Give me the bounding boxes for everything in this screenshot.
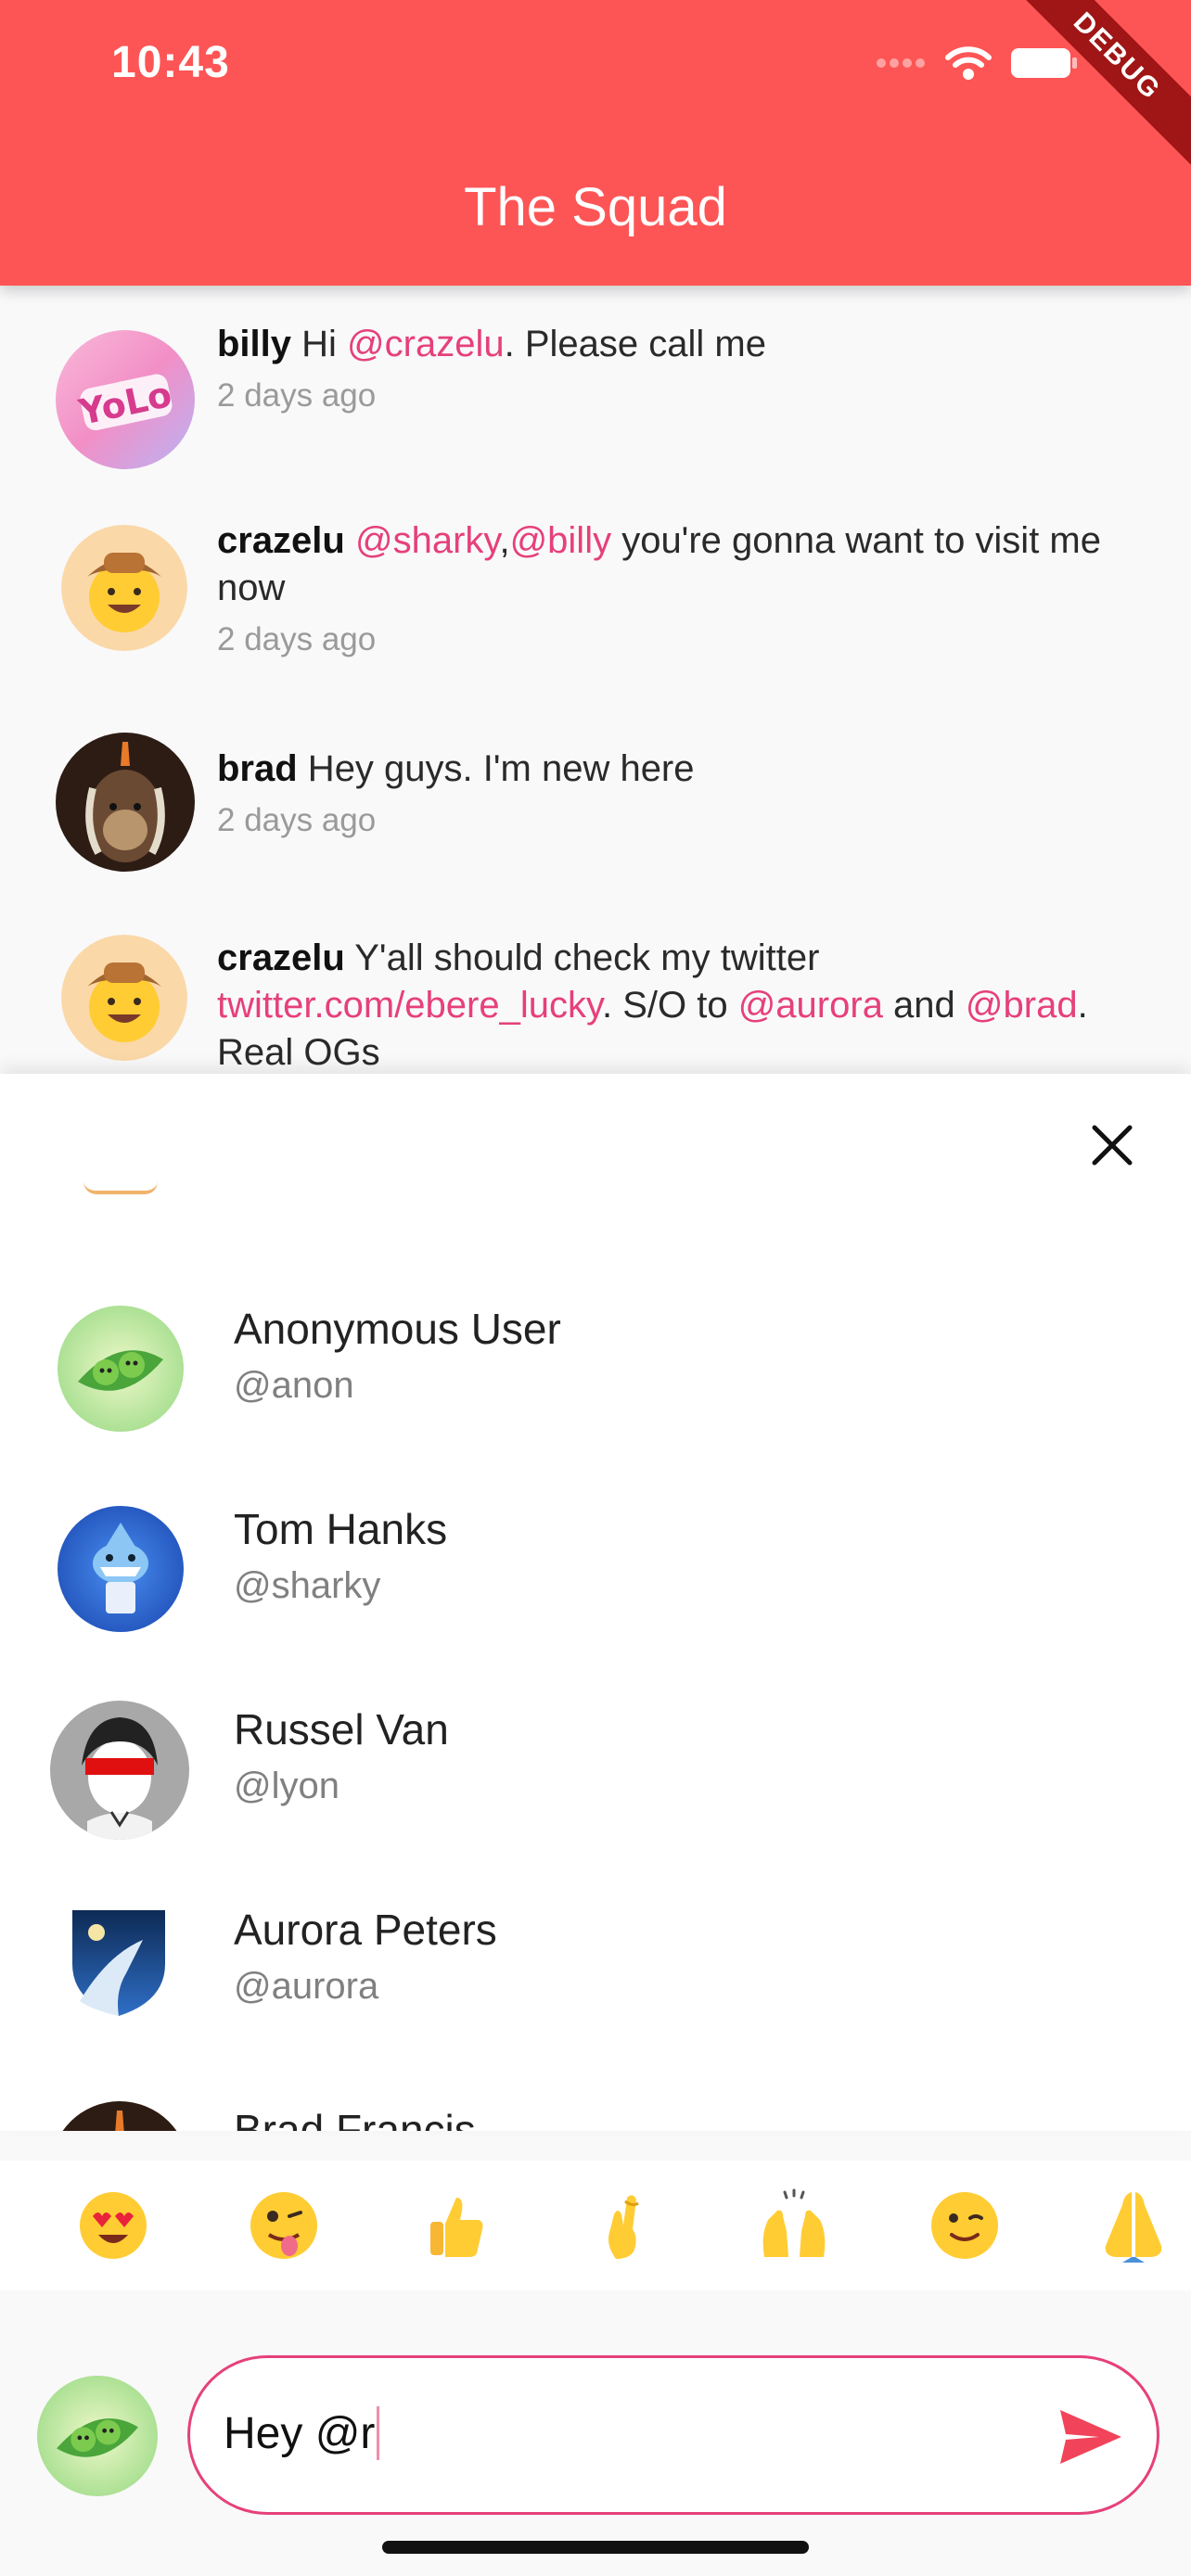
debug-banner: DEBUG xyxy=(1001,0,1191,172)
text-caret xyxy=(377,2406,380,2460)
suggestion-name: Brad Francis xyxy=(234,2106,476,2131)
avatar-cowboy[interactable] xyxy=(61,525,187,651)
emoji-bar xyxy=(0,2161,1191,2290)
mention-link[interactable]: @aurora xyxy=(738,985,883,1026)
message-input-text[interactable]: Hey @r xyxy=(224,2406,380,2460)
message-text: crazelu @sharky,@billy you're gonna want… xyxy=(217,520,1101,608)
message-body: crazelu @sharky,@billy you're gonna want… xyxy=(217,517,1145,658)
message-body: crazelu Y'all should check my twitter tw… xyxy=(217,935,1145,1074)
mention-link[interactable]: @brad xyxy=(966,985,1078,1026)
close-icon[interactable] xyxy=(1080,1113,1145,1178)
avatar-aurora xyxy=(70,1908,167,2018)
suggestion-name: Anonymous User xyxy=(234,1305,561,1353)
partial-avatar xyxy=(83,1181,158,1194)
avatar-shark xyxy=(58,1506,184,1632)
home-indicator xyxy=(382,2541,809,2554)
message-time: 2 days ago xyxy=(217,802,377,838)
avatar-cowboy[interactable] xyxy=(61,935,187,1061)
winking-emoji-icon[interactable] xyxy=(928,2188,1002,2263)
message-text: billy Hi @crazelu. Please call me xyxy=(217,324,766,364)
yolo-avatar-icon: YoLo xyxy=(56,330,195,469)
avatar-yolo[interactable]: YoLo xyxy=(56,330,195,469)
suggestion-name: Tom Hanks xyxy=(234,1505,448,1553)
message-username[interactable]: billy xyxy=(217,324,291,364)
app-screen: 10:43 The Squad DEBUG YoLo billy Hi @cra… xyxy=(0,0,1191,2576)
message-username[interactable]: crazelu xyxy=(217,937,345,978)
suggestion-handle: @sharky xyxy=(234,1565,381,1606)
send-icon[interactable] xyxy=(1057,2404,1125,2469)
suggestion-item[interactable]: Aurora Peters @aurora xyxy=(0,1888,1191,2073)
twitter-link[interactable]: twitter.com/ebere_lucky xyxy=(217,985,602,1026)
message-body: brad Hey guys. I'm new here 2 days ago xyxy=(217,746,1145,839)
status-icons xyxy=(876,45,1080,82)
avatar-brad xyxy=(50,2101,189,2131)
suggestion-handle: @anon xyxy=(234,1365,354,1406)
shield-mountain-icon xyxy=(72,1910,165,2016)
app-bar: 10:43 The Squad DEBUG xyxy=(0,0,1191,286)
message-username[interactable]: brad xyxy=(217,748,298,789)
suggestion-name: Russel Van xyxy=(234,1705,449,1753)
crossed-fingers-emoji-icon[interactable] xyxy=(588,2188,662,2263)
message-username[interactable]: crazelu xyxy=(217,520,345,561)
message-body: billy Hi @crazelu. Please call me 2 days… xyxy=(217,321,1145,414)
avatar-brad[interactable] xyxy=(56,733,195,872)
message-time: 2 days ago xyxy=(217,377,377,414)
folded-hands-emoji-icon[interactable] xyxy=(1096,2188,1171,2263)
message-time: 2 days ago xyxy=(217,621,377,657)
wifi-icon xyxy=(945,46,992,80)
avatar-anime xyxy=(50,1701,189,1840)
suggestion-item[interactable]: Anonymous User @anon xyxy=(0,1287,1191,1473)
mention-link[interactable]: @billy xyxy=(510,520,612,561)
zany-tongue-emoji-icon[interactable] xyxy=(247,2188,321,2263)
anime-avatar-icon xyxy=(50,1701,189,1840)
cowboy-emoji-icon xyxy=(61,935,187,1061)
cowboy-emoji-icon xyxy=(61,525,187,651)
suggestion-name: Aurora Peters xyxy=(234,1906,497,1954)
brad-avatar-icon xyxy=(50,2101,189,2131)
mention-link[interactable]: @sharky xyxy=(355,520,499,561)
message-text: brad Hey guys. I'm new here xyxy=(217,748,695,789)
shark-avatar-icon xyxy=(58,1506,184,1632)
suggestion-item[interactable]: Brad Francis xyxy=(0,2088,1191,2131)
message-text: crazelu Y'all should check my twitter tw… xyxy=(217,937,1088,1073)
message-input[interactable]: Hey @r xyxy=(187,2355,1159,2515)
heart-eyes-emoji-icon[interactable] xyxy=(76,2188,150,2263)
current-user-avatar xyxy=(37,2376,158,2496)
thumbs-up-emoji-icon[interactable] xyxy=(417,2188,492,2263)
suggestion-item[interactable]: Russel Van @lyon xyxy=(0,1688,1191,1873)
peas-avatar-icon xyxy=(37,2376,158,2496)
battery-icon xyxy=(1011,48,1077,78)
suggestion-item[interactable]: Tom Hanks @sharky xyxy=(0,1487,1191,1673)
page-title: The Squad xyxy=(464,177,727,237)
brad-avatar-icon xyxy=(56,733,195,872)
peas-avatar-icon xyxy=(58,1306,184,1432)
avatar-peas xyxy=(58,1306,184,1432)
status-time: 10:43 xyxy=(111,38,230,87)
suggestion-handle: @lyon xyxy=(234,1766,339,1806)
signal-icon xyxy=(877,58,925,68)
raised-hands-emoji-icon[interactable] xyxy=(757,2188,831,2263)
suggestion-handle: @aurora xyxy=(234,1966,379,2007)
mention-suggestions-panel[interactable]: Anonymous User @anon Tom Hanks @sharky R… xyxy=(0,1074,1191,2131)
mention-link[interactable]: @crazelu xyxy=(347,324,505,364)
message-list[interactable]: YoLo billy Hi @crazelu. Please call me 2… xyxy=(0,286,1191,1074)
